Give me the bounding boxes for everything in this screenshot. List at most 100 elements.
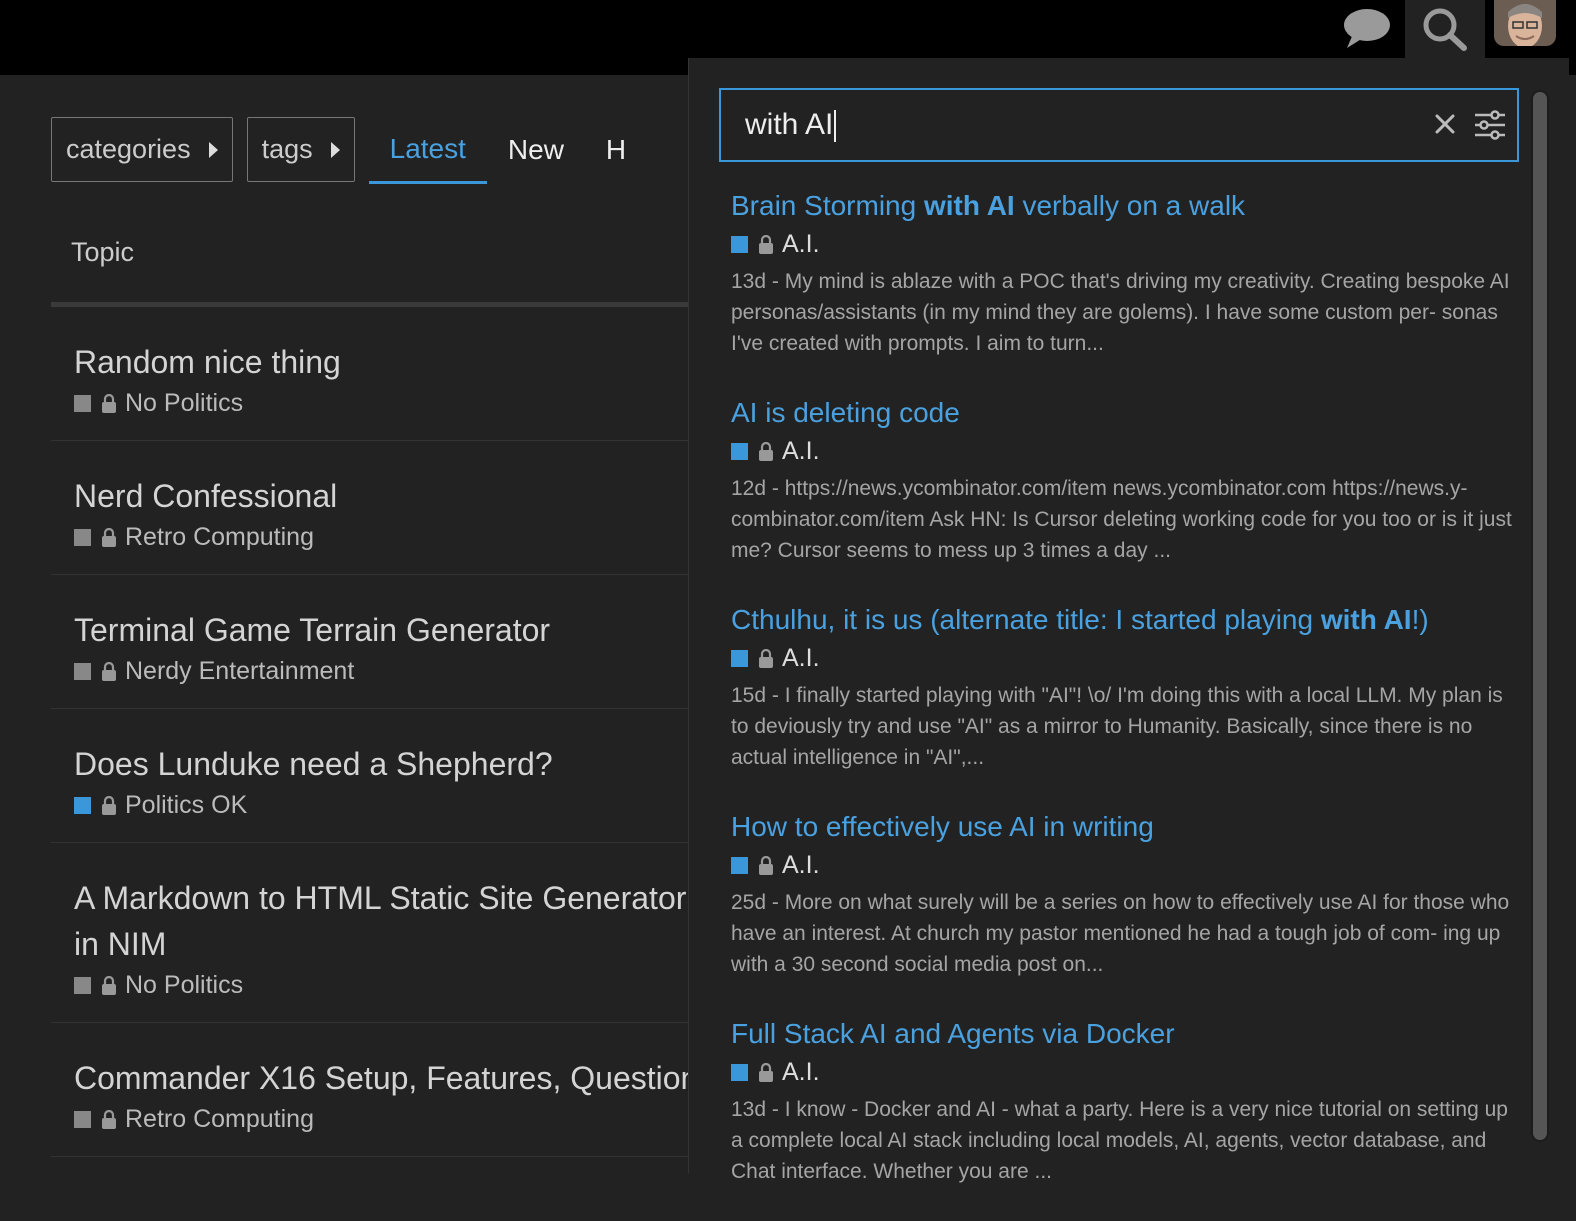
topic-category[interactable]: No Politics: [74, 971, 711, 1000]
topic-row[interactable]: Commander X16 Setup, Features, Questions…: [51, 1023, 714, 1157]
category-color-swatch: [731, 235, 748, 253]
result-title-match: with AI: [923, 190, 1015, 221]
category-name: Politics OK: [125, 791, 248, 819]
topic-column-header[interactable]: Topic: [71, 237, 134, 268]
lock-icon: [102, 1110, 116, 1129]
caret-right-icon: [208, 141, 218, 158]
search-query-text: with AI: [745, 108, 834, 141]
category-name: Retro Computing: [125, 1105, 314, 1133]
categories-label: categories: [66, 134, 191, 164]
result-blurb: 13d - My mind is ablaze with a POC that'…: [731, 270, 1510, 355]
tags-label: tags: [261, 134, 313, 164]
topic-row[interactable]: Does Lunduke need a Shepherd? Politics O…: [51, 709, 711, 843]
topic-title[interactable]: A Markdown to HTML Static Site Generator…: [74, 875, 714, 967]
topic-row[interactable]: A Markdown to HTML Static Site Generator…: [51, 843, 711, 1023]
result-blurb: 13d - I know - Docker and AI - what a pa…: [731, 1098, 1508, 1183]
result-title[interactable]: Cthulhu, it is us (alternate title: I st…: [731, 600, 1516, 640]
topic-category[interactable]: Retro Computing: [74, 1105, 711, 1134]
category-name: A.I.: [782, 436, 820, 465]
category-name: A.I.: [782, 1057, 820, 1086]
category-name: No Politics: [125, 389, 244, 417]
lock-icon: [759, 1062, 773, 1082]
clear-icon[interactable]: [1433, 112, 1457, 141]
result-title-text: How to effectively use AI in writing: [731, 811, 1154, 842]
result-blurb: 15d - I finally started playing with "AI…: [731, 684, 1503, 769]
topic-category[interactable]: Politics OK: [74, 791, 711, 820]
result-category[interactable]: A.I.: [731, 228, 1516, 260]
category-name: Retro Computing: [125, 523, 314, 551]
topic-row[interactable]: Nerd Confessional Retro Computing: [51, 441, 711, 575]
search-input[interactable]: with AI: [745, 108, 1345, 143]
lock-icon: [102, 528, 116, 547]
search-box[interactable]: with AI: [719, 88, 1519, 162]
result-title-text: Cthulhu, it is us (alternate title: I st…: [731, 604, 1321, 635]
tab-hot[interactable]: H: [585, 117, 647, 182]
result-title-text: Brain Storming: [731, 190, 924, 221]
category-name: A.I.: [782, 229, 820, 258]
lock-icon: [759, 855, 773, 875]
search-result[interactable]: AI is deleting code A.I. 12d - https://n…: [731, 393, 1516, 566]
tags-dropdown[interactable]: tags: [246, 117, 355, 182]
result-title-text: !): [1411, 604, 1429, 635]
topic-title[interactable]: Random nice thing: [74, 339, 711, 385]
search-result[interactable]: Full Stack AI and Agents via Docker A.I.…: [731, 1014, 1516, 1187]
topic-category[interactable]: Retro Computing: [74, 523, 711, 552]
navigation-bar: categories tags Latest New H: [51, 117, 647, 184]
category-color-swatch: [74, 1111, 91, 1128]
category-color-swatch: [731, 856, 748, 874]
result-blurb: 25d - More on what surely will be a seri…: [731, 891, 1510, 976]
category-color-swatch: [74, 977, 91, 994]
topic-row[interactable]: Terminal Game Terrain Generator Nerdy En…: [51, 575, 711, 709]
search-result[interactable]: Cthulhu, it is us (alternate title: I st…: [731, 600, 1516, 773]
topic-category[interactable]: Nerdy Entertainment: [74, 657, 711, 686]
lock-icon: [759, 234, 773, 254]
category-name: A.I.: [782, 643, 820, 672]
chat-bubble-icon[interactable]: [1336, 0, 1394, 58]
text-cursor: [834, 110, 837, 143]
category-color-swatch: [74, 797, 91, 814]
result-title-match: with AI: [1320, 604, 1412, 635]
tab-new[interactable]: New: [487, 117, 585, 182]
result-category[interactable]: A.I.: [731, 435, 1516, 467]
result-category[interactable]: A.I.: [731, 642, 1516, 674]
categories-dropdown[interactable]: categories: [51, 117, 233, 182]
category-name: Nerdy Entertainment: [125, 657, 355, 685]
topic-list: Random nice thing No Politics Nerd Confe…: [51, 307, 714, 1157]
result-title[interactable]: Full Stack AI and Agents via Docker: [731, 1014, 1516, 1054]
user-avatar[interactable]: [1494, 0, 1556, 46]
result-blurb: 12d - https://news.ycombinator.com/item …: [731, 477, 1512, 562]
topic-row[interactable]: Random nice thing No Politics: [51, 307, 711, 441]
category-color-swatch: [74, 529, 91, 546]
category-color-swatch: [731, 1063, 748, 1081]
scrollbar-thumb[interactable]: [1533, 92, 1547, 1140]
topic-title[interactable]: Nerd Confessional: [74, 473, 711, 519]
lock-icon: [759, 441, 773, 461]
result-title[interactable]: Brain Storming with AI verbally on a wal…: [731, 186, 1516, 226]
result-category[interactable]: A.I.: [731, 1056, 1516, 1088]
lock-icon: [102, 976, 116, 995]
category-color-swatch: [731, 442, 748, 460]
result-category[interactable]: A.I.: [731, 849, 1516, 881]
topic-title[interactable]: Does Lunduke need a Shepherd?: [74, 741, 711, 787]
lock-icon: [102, 394, 116, 413]
search-result[interactable]: Brain Storming with AI verbally on a wal…: [731, 186, 1516, 359]
category-color-swatch: [731, 649, 748, 667]
topic-category[interactable]: No Politics: [74, 389, 711, 418]
tab-latest[interactable]: Latest: [368, 117, 487, 184]
caret-right-icon: [330, 141, 340, 158]
search-options-icon[interactable]: [1473, 110, 1507, 145]
result-title[interactable]: AI is deleting code: [731, 393, 1516, 433]
category-color-swatch: [74, 663, 91, 680]
category-name: A.I.: [782, 850, 820, 879]
result-title-text: verbally on a walk: [1014, 190, 1246, 221]
search-icon[interactable]: [1405, 0, 1485, 58]
result-title[interactable]: How to effectively use AI in writing: [731, 807, 1516, 847]
search-panel: with AI Brain Storming with AI verbally …: [688, 58, 1569, 1183]
topic-title[interactable]: Terminal Game Terrain Generator: [74, 607, 711, 653]
topic-title[interactable]: Commander X16 Setup, Features, Questions: [74, 1055, 714, 1101]
search-result[interactable]: How to effectively use AI in writing A.I…: [731, 807, 1516, 980]
lock-icon: [759, 648, 773, 668]
lock-icon: [102, 796, 116, 815]
category-color-swatch: [74, 395, 91, 412]
category-name: No Politics: [125, 971, 244, 999]
